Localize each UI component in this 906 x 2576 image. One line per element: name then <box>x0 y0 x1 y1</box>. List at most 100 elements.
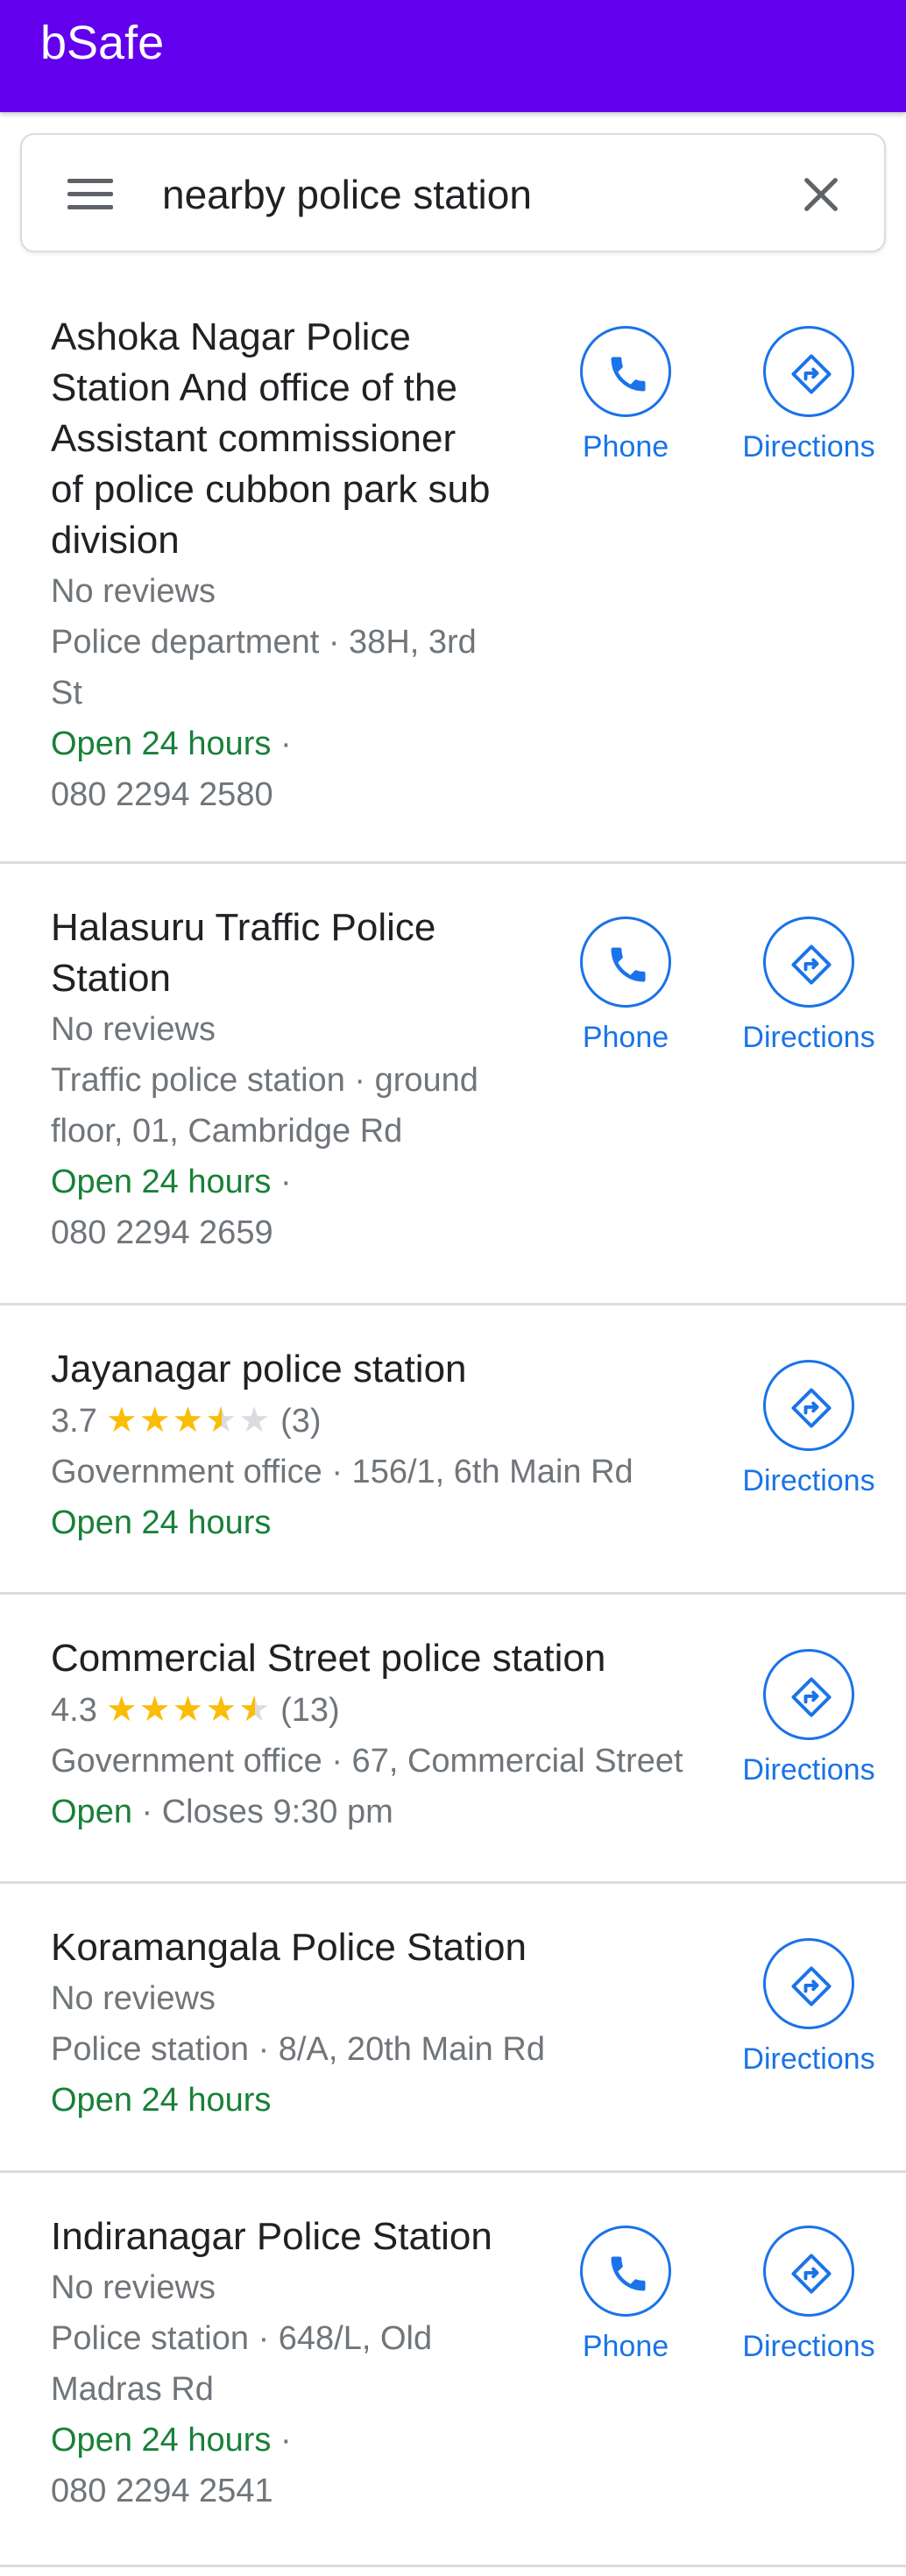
star-icon: ★ <box>205 1690 239 1729</box>
result-card[interactable]: Indiranagar Police Station No reviews Poli… <box>0 2173 906 2567</box>
search-bar: nearby police station <box>20 133 886 252</box>
directions-icon[interactable] <box>763 2226 854 2317</box>
result-title-line: Jayanagar police station <box>51 1348 467 1391</box>
directions-icon[interactable] <box>763 1649 854 1740</box>
result-title: Ashoka Nagar Police Station And office of… <box>51 312 541 566</box>
result-info: Indiranagar Police Station No reviews Poli… <box>51 2212 541 2516</box>
result-title: Indiranagar Police Station <box>51 2212 541 2262</box>
result-detail: Police department · 38H, 3rd <box>51 624 477 661</box>
result-title-line: Indiranagar Police Station <box>51 2215 492 2258</box>
result-info: Commercial Street police station 4.3 ★★★★★… <box>51 1633 734 1837</box>
directions-button[interactable]: Directions <box>734 1360 883 1500</box>
directions-icon[interactable] <box>763 916 854 1008</box>
phone-button[interactable]: Phone <box>551 326 700 466</box>
result-title: Jayanagar police station <box>51 1344 734 1395</box>
directions-button[interactable]: Directions <box>734 916 883 1057</box>
phone-button[interactable]: Phone <box>551 2226 700 2366</box>
star-rating: ★★★★★ <box>105 1684 272 1735</box>
hours-row: Open 24 hours · <box>51 2415 541 2466</box>
search-input[interactable]: nearby police station <box>162 168 758 221</box>
result-detail: St <box>51 675 82 711</box>
result-title-line: of police cubbon park sub <box>51 468 491 511</box>
directions-icon[interactable] <box>763 1360 854 1451</box>
result-card[interactable]: Commercial Street police station 4.3 ★★★★★… <box>0 1595 906 1884</box>
rating-value: 4.3 <box>51 1692 97 1729</box>
review-status: No reviews <box>51 1011 216 1048</box>
result-title: Koramangala Police Station <box>51 1922 734 1973</box>
hours-suffix: · <box>271 725 292 762</box>
review-status: No reviews <box>51 1980 216 2017</box>
result-detail: Government office · 156/1, 6th Main Rd <box>51 1454 633 1490</box>
star-icon: ★ <box>238 1401 273 1440</box>
result-title-line: Ashoka Nagar Police <box>51 315 411 358</box>
open-status: Open <box>51 1794 132 1830</box>
result-card[interactable]: Koramangala Police Station No reviews Poli… <box>0 1884 906 2173</box>
star-icon: ★ <box>105 1690 139 1729</box>
directions-label: Directions <box>742 430 875 464</box>
star-rating: ★★★★★ <box>105 1395 273 1446</box>
result-info: Jayanagar police station3.7★★★★★(3)Gover… <box>51 1344 734 1548</box>
result-info: Ashoka Nagar Police Station And office of… <box>51 312 541 820</box>
hours-row: Open 24 hours <box>51 2075 734 2126</box>
star-icon: ★ <box>238 1684 272 1735</box>
directions-label: Directions <box>742 1753 875 1787</box>
directions-icon[interactable] <box>763 1938 854 2029</box>
hours-suffix: · <box>271 1164 292 1200</box>
close-icon[interactable] <box>796 170 846 219</box>
app-title: bSafe <box>40 17 165 69</box>
directions-button[interactable]: Directions <box>734 326 883 466</box>
directions-button[interactable]: Directions <box>734 1649 883 1789</box>
result-card[interactable]: Ashoka Nagar Police Station And office of… <box>0 273 906 864</box>
phone-number: 080 2294 2541 <box>51 2473 273 2509</box>
star-icon: ★ <box>172 1401 206 1440</box>
menu-icon[interactable] <box>67 177 113 212</box>
rating-row: 4.3★★★★★(13) <box>51 1684 734 1736</box>
result-title: Halasuru Traffic Police Station <box>51 902 541 1004</box>
open-status: Open 24 hours <box>51 1504 272 1541</box>
result-title-line: Koramangala Police Station <box>51 1926 527 1969</box>
phone-label: Phone <box>582 430 669 464</box>
result-title-line: division <box>51 519 180 562</box>
directions-button[interactable]: Directions <box>734 2226 883 2366</box>
result-title-line: Station And office of the <box>51 366 457 409</box>
hours-suffix: · Closes 9:30 pm <box>131 1794 393 1830</box>
review-status: No reviews <box>51 2269 216 2306</box>
phone-label: Phone <box>582 1021 669 1054</box>
open-status: Open 24 hours <box>51 2082 272 2119</box>
result-card[interactable]: Halasuru Traffic Police Station No reviews… <box>0 864 906 1306</box>
directions-label: Directions <box>742 1021 875 1054</box>
result-detail: floor, 01, Cambridge Rd <box>51 1113 403 1150</box>
result-detail: Government office · 67, Commercial Stree… <box>51 1743 683 1780</box>
result-detail: Madras Rd <box>51 2371 214 2408</box>
directions-label: Directions <box>742 2042 875 2076</box>
directions-label: Directions <box>742 1464 875 1497</box>
star-icon: ★ <box>105 1401 139 1440</box>
result-detail: Traffic police station · ground <box>51 1062 478 1099</box>
result-detail: Police station · 8/A, 20th Main Rd <box>51 2031 545 2068</box>
rating-row: 3.7★★★★★(3) <box>51 1395 734 1447</box>
star-icon: ★ <box>138 1690 173 1729</box>
hours-row: Open · Closes 9:30 pm <box>51 1787 734 1837</box>
result-title: Commercial Street police station <box>51 1633 734 1684</box>
directions-button[interactable]: Directions <box>734 1938 883 2078</box>
phone-icon[interactable] <box>580 916 671 1008</box>
review-count: (3) <box>280 1403 322 1440</box>
result-detail: Police station · 648/L, Old <box>51 2320 433 2357</box>
directions-icon[interactable] <box>763 326 854 417</box>
phone-button[interactable]: Phone <box>551 916 700 1057</box>
hours-row: Open 24 hours <box>51 1497 734 1548</box>
phone-icon[interactable] <box>580 326 671 417</box>
result-title-line: Commercial Street police station <box>51 1637 606 1680</box>
phone-label: Phone <box>582 2330 669 2363</box>
hours-row: Open 24 hours · <box>51 718 541 769</box>
result-title-line: Halasuru Traffic Police <box>51 906 436 949</box>
hours-suffix: · <box>271 2422 292 2459</box>
rating-value: 3.7 <box>51 1403 97 1440</box>
phone-icon[interactable] <box>580 2226 671 2317</box>
star-icon: ★ <box>138 1401 173 1440</box>
phone-number: 080 2294 2659 <box>51 1214 273 1251</box>
result-card[interactable]: Jayanagar police station3.7★★★★★(3)Gover… <box>0 1306 906 1595</box>
directions-label: Directions <box>742 2330 875 2363</box>
open-status: Open 24 hours <box>51 1164 272 1200</box>
app-bar: bSafe <box>0 0 906 112</box>
